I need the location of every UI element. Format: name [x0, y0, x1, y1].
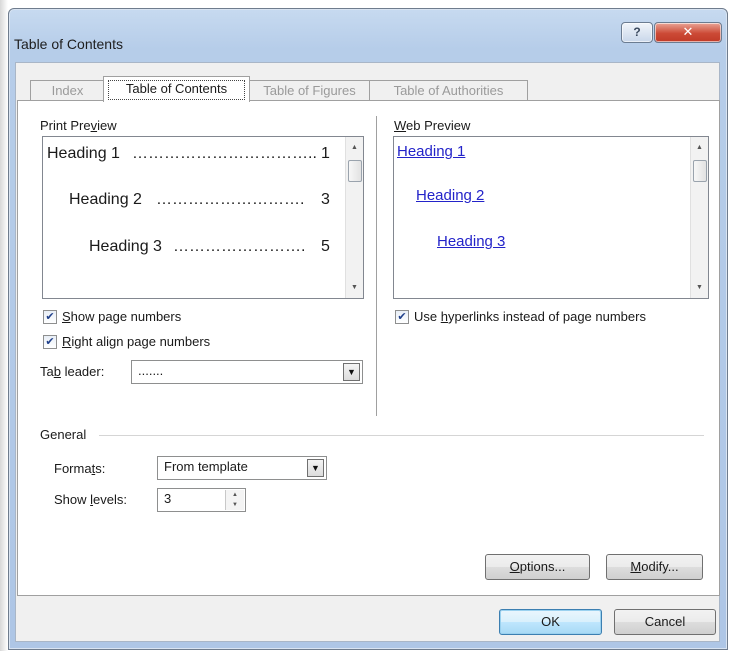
page-number: 3: [321, 191, 330, 208]
use-hyperlinks-checkbox[interactable]: ✔: [395, 310, 409, 324]
scroll-down-arrow-icon[interactable]: ▼: [346, 279, 363, 296]
spin-down-icon[interactable]: ▼: [226, 500, 244, 510]
show-levels-value: 3: [164, 491, 172, 506]
scroll-thumb[interactable]: [693, 160, 707, 182]
leader-dots: ……………………….: [156, 191, 305, 208]
page-number: 1: [321, 145, 330, 162]
show-levels-label: Show levels:: [54, 492, 127, 507]
checkmark-icon: ✔: [45, 311, 55, 323]
web-preview-link-heading-1[interactable]: Heading 1: [397, 143, 465, 160]
tab-label: Table of Authorities: [393, 83, 504, 98]
page-number: 5: [321, 238, 330, 255]
show-page-numbers-checkbox[interactable]: ✔: [43, 310, 57, 324]
scroll-up-arrow-icon[interactable]: ▲: [346, 139, 363, 156]
close-icon: ✕: [682, 24, 694, 39]
show-levels-spinner[interactable]: 3 ▲ ▼: [157, 488, 246, 512]
tab-table-of-contents[interactable]: Table of Contents: [103, 76, 250, 102]
print-preview-box[interactable]: Heading 1 …………………………….. 1 Heading 2 ……………: [42, 136, 364, 299]
preview-divider: [376, 116, 377, 416]
cancel-button[interactable]: Cancel: [614, 609, 716, 635]
spinner-buttons[interactable]: ▲ ▼: [225, 490, 244, 510]
tab-table-of-authorities[interactable]: Table of Authorities: [369, 80, 528, 101]
tab-table-of-figures[interactable]: Table of Figures: [248, 80, 371, 101]
ok-button[interactable]: OK: [499, 609, 602, 635]
tab-label: Table of Figures: [263, 83, 356, 98]
general-group-line: [99, 435, 704, 436]
print-preview-heading-3: Heading 3: [89, 238, 162, 255]
general-group-heading: General: [40, 427, 87, 442]
print-preview-heading-2: Heading 2: [69, 191, 142, 208]
scroll-up-arrow-icon[interactable]: ▲: [691, 139, 708, 156]
modify-button[interactable]: Modify...: [606, 554, 703, 580]
scroll-down-arrow-icon[interactable]: ▼: [691, 279, 708, 296]
scroll-thumb[interactable]: [348, 160, 362, 182]
print-preview-label: Print Preview: [40, 118, 117, 133]
chevron-down-icon[interactable]: ▼: [307, 459, 324, 477]
tab-index[interactable]: Index: [30, 80, 105, 101]
tab-leader-value: .......: [138, 363, 164, 378]
tab-leader-label: Tab leader:: [40, 364, 105, 379]
web-preview-link-heading-3[interactable]: Heading 3: [437, 233, 505, 250]
formats-label: Formats:: [54, 461, 106, 476]
formats-dropdown[interactable]: From template ▼: [157, 456, 327, 480]
print-preview-heading-1: Heading 1: [47, 145, 120, 162]
help-button[interactable]: ?: [621, 22, 653, 43]
leader-dots: …………………….: [173, 238, 306, 255]
tab-leader-dropdown[interactable]: ....... ▼: [131, 360, 363, 384]
chevron-down-icon[interactable]: ▼: [343, 363, 360, 381]
window-shadow: [0, 0, 8, 651]
close-button[interactable]: ✕: [654, 22, 722, 43]
right-align-page-numbers-checkbox[interactable]: ✔: [43, 335, 57, 349]
use-hyperlinks-label[interactable]: Use hyperlinks instead of page numbers: [414, 309, 646, 324]
formats-value: From template: [164, 459, 248, 474]
checkmark-icon: ✔: [45, 336, 55, 348]
checkmark-icon: ✔: [397, 311, 407, 323]
web-preview-label: Web Preview: [394, 118, 471, 133]
dialog-title: Table of Contents: [14, 36, 123, 52]
leader-dots: ……………………………..: [132, 145, 317, 162]
web-preview-scrollbar[interactable]: ▲ ▼: [690, 137, 708, 298]
right-align-page-numbers-label[interactable]: Right align page numbers: [62, 334, 210, 349]
web-preview-box[interactable]: Heading 1 Heading 2 Heading 3 ▲ ▼: [393, 136, 709, 299]
focus-rectangle: [108, 80, 245, 100]
options-button[interactable]: Options...: [485, 554, 590, 580]
help-icon: ?: [633, 25, 641, 39]
tab-label: Index: [51, 83, 84, 98]
web-preview-link-heading-2[interactable]: Heading 2: [416, 187, 484, 204]
show-page-numbers-label[interactable]: Show page numbers: [62, 309, 181, 324]
spin-up-icon[interactable]: ▲: [226, 490, 244, 500]
print-preview-scrollbar[interactable]: ▲ ▼: [345, 137, 363, 298]
